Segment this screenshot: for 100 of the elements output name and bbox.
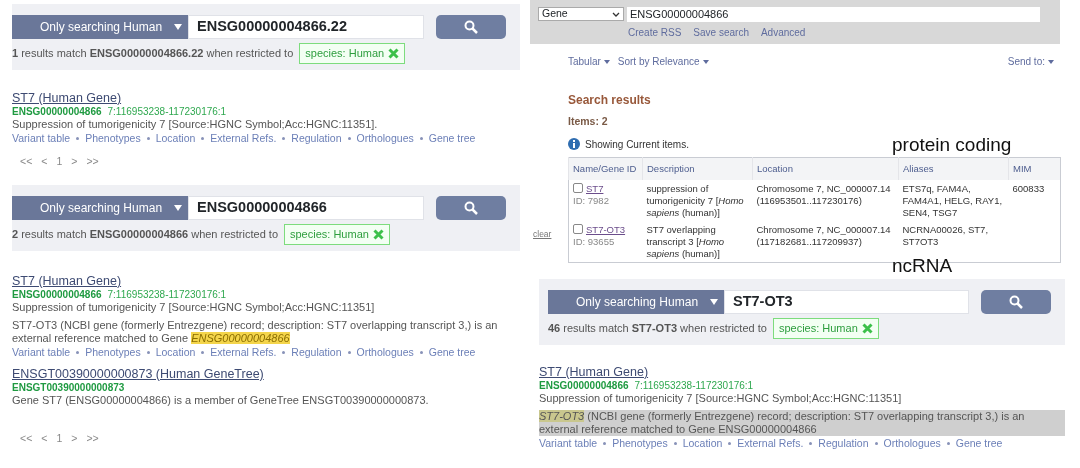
filter-tag[interactable]: species: Human xyxy=(772,318,879,339)
caret-icon xyxy=(702,59,709,64)
result-link[interactable]: Gene tree xyxy=(955,436,1003,450)
result-link[interactable]: Variant table xyxy=(539,436,598,450)
clear-link[interactable]: clear xyxy=(533,228,552,241)
search-field[interactable]: ENSG00000004866 xyxy=(188,196,424,221)
result-link[interactable]: Variant table xyxy=(12,345,71,359)
gene-name-link[interactable]: ST7 xyxy=(586,183,604,194)
search-icon xyxy=(1009,295,1023,309)
pager-link[interactable]: << xyxy=(20,153,33,170)
pager-link[interactable]: > xyxy=(71,430,78,447)
close-icon xyxy=(372,229,384,240)
caret-icon xyxy=(174,205,182,212)
gene-id: ID: 7982 xyxy=(573,195,610,207)
location-text: 7:116953238-117230176:1 xyxy=(107,288,227,300)
result-title-link[interactable]: ENSGT00390000000873 (Human GeneTree) xyxy=(12,366,520,382)
search-field[interactable]: ST7-OT3 xyxy=(724,290,969,314)
results-summary: 46 results match ST7-OT3 when restricted to xyxy=(548,321,767,336)
caret-icon xyxy=(603,59,610,64)
search-option-link[interactable]: Advanced xyxy=(760,25,806,40)
result-link[interactable]: Location xyxy=(155,131,196,145)
result-link[interactable]: External Refs. xyxy=(737,436,804,450)
result-link[interactable]: Location xyxy=(155,345,196,359)
close-icon xyxy=(388,47,400,59)
database-select[interactable]: Gene xyxy=(538,7,624,21)
column-header: Aliases xyxy=(898,157,1009,180)
search-field[interactable]: ENSG00000004866.22 xyxy=(188,15,424,39)
results-summary: 2 results match ENSG00000004866 when restricted to xyxy=(12,227,278,243)
stable-id: ENSG00000004866 xyxy=(539,379,629,391)
search-option-link[interactable]: Save search xyxy=(693,25,749,40)
items-count: Items: 2 xyxy=(568,114,609,129)
result-link[interactable]: Variant table xyxy=(12,131,71,145)
filter-tag[interactable]: species: Human xyxy=(299,43,406,64)
annotation-text: protein coding xyxy=(892,134,1012,154)
result-link[interactable]: Regulation xyxy=(291,345,342,359)
table-cell: suppression of tumorigenicity 7 [Homo sapiens (human)] xyxy=(646,183,744,218)
info-icon xyxy=(568,138,580,151)
result-link[interactable]: Gene tree xyxy=(428,345,476,359)
results-summary: 1 results match ENSG00000004866.22 when restricted to xyxy=(12,46,294,61)
result-link[interactable]: Location xyxy=(682,436,723,450)
species-dropdown[interactable]: Only searching Human xyxy=(548,290,724,314)
result-link[interactable]: Regulation xyxy=(291,131,342,145)
pager-link[interactable]: < xyxy=(41,153,48,170)
table-cell: ST7 overlapping transcript 3 [Homo sapiens (human)] xyxy=(646,224,725,259)
result-link[interactable]: Orthologues xyxy=(883,436,941,450)
close-icon xyxy=(861,322,873,334)
row-checkbox[interactable] xyxy=(573,183,583,193)
result-link[interactable]: External Refs. xyxy=(210,345,277,359)
toolbar-dropdown[interactable]: Tabular xyxy=(568,54,610,69)
column-header: Name/Gene ID xyxy=(568,157,643,180)
stable-id: ENSG00000004866 xyxy=(12,288,102,300)
table-cell: ETS7q, FAM4A, FAM4A1, HELG, RAY1, SEN4, TSG7 xyxy=(902,183,1003,218)
result-link[interactable]: Orthologues xyxy=(356,345,414,359)
results-heading: Search results xyxy=(568,92,652,109)
pager-link[interactable]: 1 xyxy=(56,153,63,170)
result-link[interactable]: Regulation xyxy=(818,436,869,450)
table-cell: Chromosome 7, NC_000007.14 (117182681..117209937) xyxy=(756,224,891,247)
toolbar-dropdown[interactable]: Send to: xyxy=(1007,54,1054,69)
filter-tag[interactable]: species: Human xyxy=(284,224,390,245)
gene-name-link[interactable]: ST7-OT3 xyxy=(586,224,626,235)
result-link[interactable]: Phenotypes xyxy=(612,436,668,450)
search-button[interactable] xyxy=(436,196,506,221)
species-dropdown[interactable]: Only searching Human xyxy=(12,196,188,221)
result-link[interactable]: Phenotypes xyxy=(85,131,141,145)
pager-link[interactable]: << xyxy=(20,430,33,447)
gene-id: ID: 93655 xyxy=(573,236,616,248)
chevron-icon xyxy=(612,11,620,17)
pager-link[interactable]: >> xyxy=(86,430,99,447)
row-checkbox[interactable] xyxy=(573,224,583,234)
caret-icon xyxy=(174,24,182,30)
result-link[interactable]: Gene tree xyxy=(428,131,476,145)
result-link[interactable]: External Refs. xyxy=(210,131,277,145)
caret-icon xyxy=(710,299,718,305)
xref-text: ST7-OT3 (NCBI gene (formerly Entrezgene) record; description: ST7 overlapping transcript 3,) is an external reference matched to Gene ENSG00000004866 xyxy=(12,318,499,345)
result-description: Suppression of tumorigenicity 7 [Source:HGNC Symbol;Acc:HGNC:11351] xyxy=(539,391,903,405)
search-button[interactable] xyxy=(436,15,506,39)
search-icon xyxy=(464,20,478,34)
search-icon xyxy=(464,201,478,216)
species-dropdown[interactable]: Only searching Human xyxy=(12,15,188,39)
stable-id: ENSGT00390000000873 xyxy=(12,381,125,393)
result-title-link[interactable]: ST7 (Human Gene) xyxy=(12,273,520,289)
location-text: 7:116953238-117230176:1 xyxy=(107,105,227,117)
search-option-link[interactable]: Create RSS xyxy=(628,25,682,40)
table-cell: 600833 xyxy=(1012,183,1045,194)
result-description: Gene ST7 (ENSG00000004866) is a member of GeneTree ENSGT00390000000873. xyxy=(12,393,430,407)
result-link[interactable]: Phenotypes xyxy=(85,345,141,359)
pager-link[interactable]: 1 xyxy=(56,430,63,447)
pager-link[interactable]: < xyxy=(41,430,48,447)
result-title-link[interactable]: ST7 (Human Gene) xyxy=(539,364,1065,380)
result-link[interactable]: Orthologues xyxy=(356,131,414,145)
stable-id: ENSG00000004866 xyxy=(12,105,102,117)
column-header: Description xyxy=(642,157,753,180)
column-header: Location xyxy=(752,157,899,180)
table-cell: Chromosome 7, NC_000007.14 (116953501..117230176) xyxy=(756,183,891,206)
pager-link[interactable]: >> xyxy=(86,153,99,170)
toolbar-dropdown[interactable]: Sort by Relevance xyxy=(617,54,709,69)
search-field[interactable]: ENSG00000004866 xyxy=(627,7,1040,22)
search-button[interactable] xyxy=(981,290,1051,314)
pager-link[interactable]: > xyxy=(71,153,78,170)
result-title-link[interactable]: ST7 (Human Gene) xyxy=(12,90,520,106)
